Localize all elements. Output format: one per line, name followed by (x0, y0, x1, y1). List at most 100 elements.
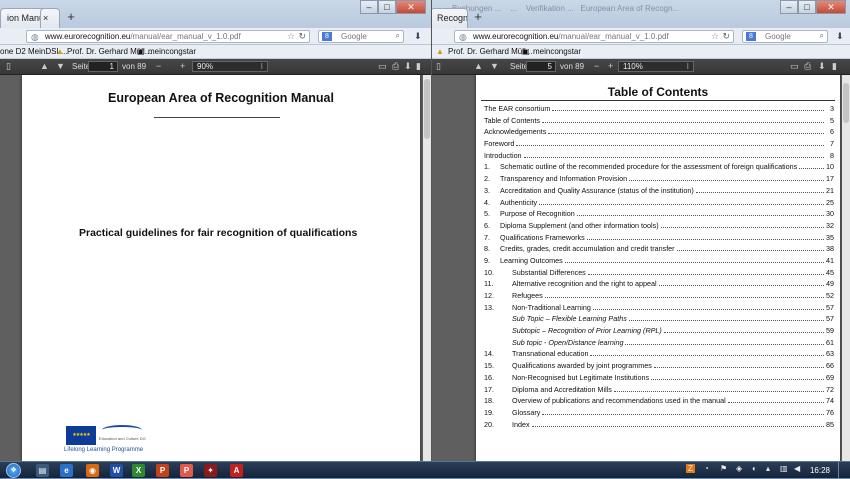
toc-entry[interactable]: 12.Refugees52 (484, 291, 834, 303)
tray-icon[interactable]: ◐ (752, 464, 757, 473)
toc-entry[interactable]: 9.Learning Outcomes41 (484, 256, 834, 268)
sidebar-toggle-icon[interactable]: ▯ (436, 61, 441, 72)
toc-entry[interactable]: 19.Glossary76 (484, 408, 834, 420)
toc-entry[interactable]: 14.Transnational education63 (484, 349, 834, 361)
search-icon[interactable]: ⌕ (396, 31, 400, 41)
search-icon[interactable]: ⌕ (820, 31, 824, 41)
bookmark-item[interactable]: meincongstar (533, 47, 581, 56)
toc-entry[interactable]: 16.Non-Recognised but Legitimate Institu… (484, 373, 834, 385)
scrollbar[interactable] (423, 75, 431, 461)
bookmark-item[interactable]: meincongstar (148, 47, 196, 56)
page-number-input[interactable]: 5 (526, 61, 556, 72)
toc-entry[interactable]: 10.Substantial Differences45 (484, 268, 834, 280)
zoom-out-button[interactable]: − (156, 61, 161, 71)
pdf-viewer[interactable]: Table of Contents The EAR consortium3Tab… (432, 75, 850, 461)
presentation-icon[interactable]: ▭ (790, 61, 799, 72)
tray-icon[interactable]: ◔ (704, 464, 709, 473)
powerpoint-file-icon[interactable]: P (180, 464, 193, 477)
sidebar-toggle-icon[interactable]: ▯ (6, 61, 11, 72)
zoom-in-button[interactable]: + (180, 61, 185, 71)
tray-icon[interactable]: ▴ (766, 464, 770, 473)
bookmark-item[interactable]: Prof. Dr. Gerhard Müll... (448, 47, 532, 56)
adobe-icon[interactable]: ✦ (204, 464, 217, 477)
ie-icon[interactable]: e (60, 464, 73, 477)
previous-page-button[interactable]: ▲ (474, 61, 483, 71)
pdf-viewer[interactable]: European Area of Recognition Manual Prac… (0, 75, 431, 461)
toc-entry[interactable]: 6.Diploma Supplement (and other informat… (484, 221, 834, 233)
show-desktop-button[interactable] (838, 462, 850, 479)
maximize-button[interactable]: □ (798, 0, 816, 14)
explorer-icon[interactable]: ▤ (36, 464, 49, 477)
download-pdf-icon[interactable]: ⬇ (404, 61, 412, 72)
clock[interactable]: 16:28 (810, 466, 830, 475)
toc-entry[interactable]: Subtopic – Recognition of Prior Learning… (484, 326, 834, 338)
download-pdf-icon[interactable]: ⬇ (818, 61, 826, 72)
tray-icon[interactable]: ⚑ (720, 464, 727, 473)
toc-entry[interactable]: Sub Topic – Flexible Learning Paths57 (484, 314, 834, 326)
reload-icon[interactable]: ↻ (298, 31, 306, 42)
reload-icon[interactable]: ↻ (722, 31, 730, 42)
close-window-button[interactable]: ✕ (396, 0, 426, 14)
zoom-select[interactable]: 90%⁝ (192, 61, 268, 72)
search-input[interactable]: 8 Google ⌕ (742, 30, 828, 43)
minimize-button[interactable]: – (360, 0, 378, 14)
scrollbar-thumb[interactable] (843, 83, 849, 123)
firefox-icon[interactable]: ◉ (86, 464, 99, 477)
next-page-button[interactable]: ▼ (56, 61, 65, 71)
new-tab-button[interactable]: + (63, 10, 79, 26)
toc-entry[interactable]: Introduction8 (484, 151, 834, 163)
zoom-select[interactable]: 110%⁝ (618, 61, 694, 72)
bookmark-icon[interactable]: ▮ (832, 61, 837, 72)
toc-entry[interactable]: 2.Transparency and Information Provision… (484, 174, 834, 186)
toc-entry[interactable]: 1.Schematic outline of the recommended p… (484, 162, 834, 174)
toc-entry[interactable]: 15.Qualifications awarded by joint progr… (484, 361, 834, 373)
toc-entry[interactable]: 11.Alternative recognition and the right… (484, 279, 834, 291)
toc-entry[interactable]: Table of Contents5 (484, 116, 834, 128)
url-bar[interactable]: ◍ www.eurorecognition.eu/manual/ear_manu… (26, 30, 310, 43)
tray-app-icon[interactable]: Z (686, 464, 695, 473)
toc-entry[interactable]: 8.Credits, grades, credit accumulation a… (484, 244, 834, 256)
zoom-out-button[interactable]: − (594, 61, 599, 71)
toc-entry[interactable]: Acknowledgements6 (484, 127, 834, 139)
scrollbar-thumb[interactable] (424, 79, 430, 139)
toc-entry[interactable]: 13.Non-Traditional Learning57 (484, 303, 834, 315)
maximize-button[interactable]: □ (378, 0, 396, 14)
presentation-icon[interactable]: ▭ (378, 61, 387, 72)
search-input[interactable]: 8 Google ⌕ (318, 30, 404, 43)
bookmark-icon[interactable]: ▮ (416, 61, 421, 72)
toc-entry[interactable]: Sub topic - Open/Distance learning61 (484, 338, 834, 350)
start-button[interactable]: ❖ (6, 463, 21, 478)
bookmark-star-icon[interactable]: ☆ (287, 31, 295, 42)
download-icon[interactable]: ⬇ (414, 31, 422, 42)
print-icon[interactable]: ⎙ (804, 61, 811, 72)
toc-entry[interactable]: The EAR consortium3 (484, 104, 834, 116)
toc-entry[interactable]: 3.Accreditation and Quality Assurance (s… (484, 186, 834, 198)
toc-entry[interactable]: Foreword7 (484, 139, 834, 151)
scrollbar[interactable] (842, 75, 850, 461)
word-icon[interactable]: W (110, 464, 123, 477)
powerpoint-icon[interactable]: P (156, 464, 169, 477)
download-icon[interactable]: ⬇ (836, 31, 844, 42)
toc-entry[interactable]: 7.Qualifications Frameworks35 (484, 233, 834, 245)
tray-icon[interactable]: ◈ (736, 464, 742, 473)
excel-icon[interactable]: X (132, 464, 145, 477)
print-icon[interactable]: ⎙ (392, 61, 399, 72)
volume-icon[interactable]: ◀ (794, 464, 800, 473)
page-number-input[interactable]: 1 (88, 61, 118, 72)
next-page-button[interactable]: ▼ (490, 61, 499, 71)
minimize-button[interactable]: – (780, 0, 798, 14)
acrobat-icon[interactable]: A (230, 464, 243, 477)
toc-entry[interactable]: 4.Authenticity25 (484, 198, 834, 210)
zoom-in-button[interactable]: + (608, 61, 613, 71)
toc-entry[interactable]: 5.Purpose of Recognition30 (484, 209, 834, 221)
network-icon[interactable]: ▥ (780, 464, 788, 473)
close-window-button[interactable]: ✕ (816, 0, 846, 14)
toc-entry[interactable]: 18.Overview of publications and recommen… (484, 396, 834, 408)
tab-close-button[interactable]: × (40, 8, 60, 28)
url-bar[interactable]: ◍ www.eurorecognition.eu/manual/ear_manu… (454, 30, 734, 43)
browser-tab[interactable]: Recognition Manual - ... (432, 8, 468, 28)
new-tab-button[interactable]: + (470, 10, 486, 26)
toc-entry[interactable]: 20.Index85 (484, 420, 834, 432)
toc-entry[interactable]: 17.Diploma and Accreditation Mills72 (484, 385, 834, 397)
bookmark-star-icon[interactable]: ☆ (711, 31, 719, 42)
